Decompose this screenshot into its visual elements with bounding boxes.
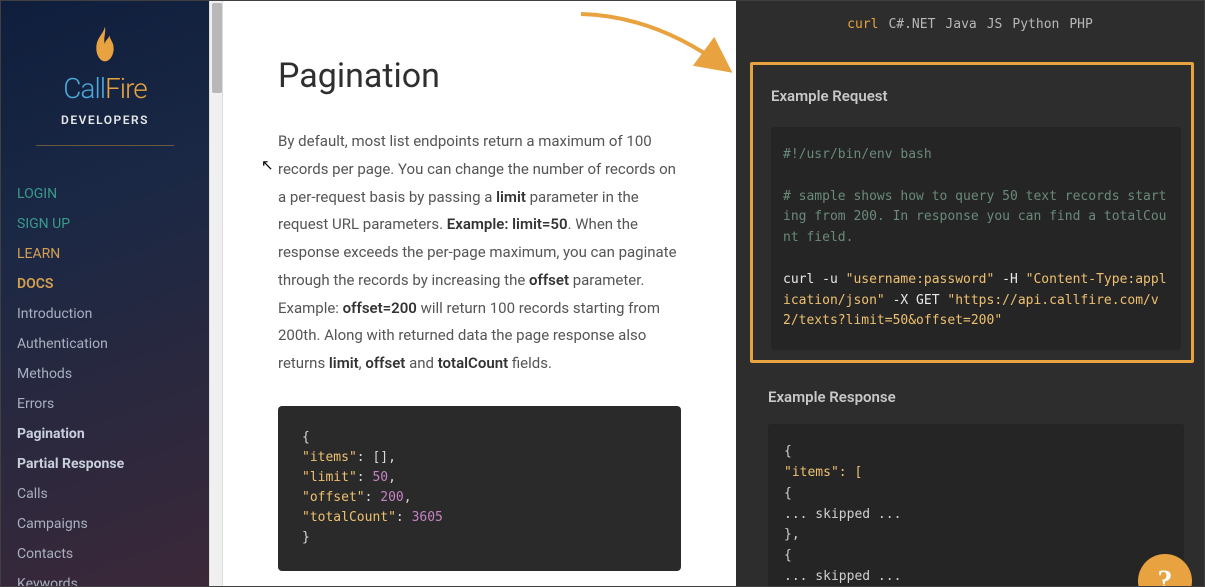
flame-icon: [92, 26, 118, 62]
lang-tab-java[interactable]: Java: [945, 17, 976, 32]
sidebar-item-keywords[interactable]: Keywords: [17, 569, 193, 586]
description-paragraph: By default, most list endpoints return a…: [278, 128, 681, 378]
code-panel: curl C#.NET Java JS Python PHP Example Reques…: [736, 1, 1204, 586]
sidebar-item-campaigns[interactable]: Campaigns: [17, 509, 193, 539]
sidebar-item-pagination[interactable]: Pagination: [17, 419, 193, 449]
sidebar-item-errors[interactable]: Errors: [17, 389, 193, 419]
brand-call: Call: [63, 72, 105, 105]
lang-tab-curl[interactable]: curl: [847, 17, 878, 32]
scrollbar-track[interactable]: [209, 1, 223, 586]
brand-name: CallFire: [1, 72, 209, 105]
sidebar-item-partial-response[interactable]: Partial Response: [17, 449, 193, 479]
scrollbar-thumb[interactable]: [212, 3, 222, 93]
example-response-title: Example Response: [736, 381, 1204, 424]
lang-tab-python[interactable]: Python: [1012, 17, 1059, 32]
main-content: Pagination By default, most list endpoin…: [223, 1, 736, 586]
sidebar-item-login[interactable]: LOGIN: [17, 179, 193, 209]
developers-label: DEVELOPERS: [1, 113, 209, 127]
sidebar-item-docs[interactable]: DOCS: [17, 269, 193, 299]
sidebar-item-calls[interactable]: Calls: [17, 479, 193, 509]
sidebar: CallFire DEVELOPERS LOGINSIGN UPLEARNDOC…: [1, 1, 209, 586]
example-request-box: Example Request #!/usr/bin/env bash # sa…: [750, 62, 1194, 363]
nav-list: LOGINSIGN UPLEARNDOCSIntroductionAuthent…: [1, 179, 209, 586]
sidebar-item-sign-up[interactable]: SIGN UP: [17, 209, 193, 239]
curl-command: curl -u "username:password" -H "Content-…: [783, 270, 1169, 332]
example-request-title: Example Request: [771, 87, 1181, 105]
json-example-block: { "items": [], "limit": 50, "offset": 20…: [278, 406, 681, 571]
response-code-block: { "items": [ { ... skipped ... }, { ... …: [768, 424, 1184, 586]
request-code-block: #!/usr/bin/env bash # sample shows how t…: [771, 127, 1181, 350]
lang-tab-js[interactable]: JS: [987, 17, 1003, 32]
lang-tab-cnet[interactable]: C#.NET: [888, 17, 935, 32]
sidebar-item-introduction[interactable]: Introduction: [17, 299, 193, 329]
language-tabs: curl C#.NET Java JS Python PHP: [736, 1, 1204, 48]
lang-tab-php[interactable]: PHP: [1069, 17, 1092, 32]
page-title: Pagination: [278, 56, 681, 96]
sidebar-item-authentication[interactable]: Authentication: [17, 329, 193, 359]
logo-divider: [36, 145, 174, 146]
logo-area: CallFire DEVELOPERS: [1, 1, 209, 179]
brand-fire: Fire: [105, 72, 147, 105]
sidebar-item-methods[interactable]: Methods: [17, 359, 193, 389]
sidebar-item-contacts[interactable]: Contacts: [17, 539, 193, 569]
sidebar-item-learn[interactable]: LEARN: [17, 239, 193, 269]
